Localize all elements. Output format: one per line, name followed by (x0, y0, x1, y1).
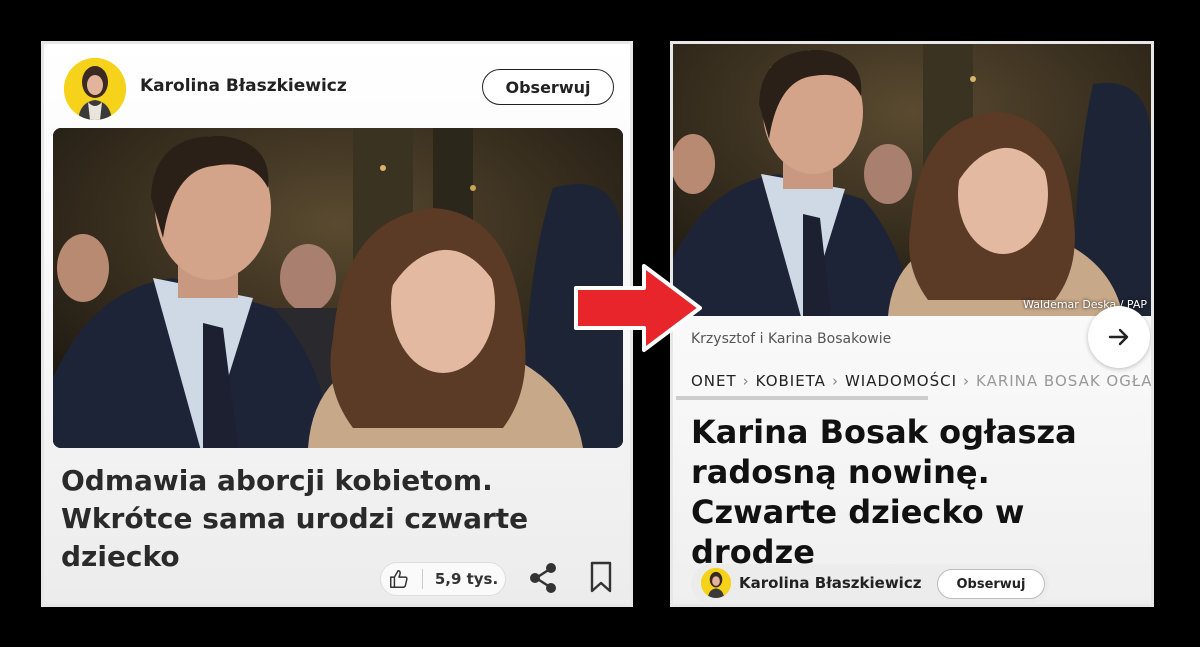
share-icon[interactable] (528, 562, 558, 594)
article-card-right[interactable]: Waldemar Deska / PAP Krzysztof i Karina … (670, 41, 1154, 607)
author-name[interactable]: Karolina Błaszkiewicz (140, 76, 347, 96)
article-headline[interactable]: Odmawia aborcji kobietom. Wkrótce sama u… (61, 462, 606, 576)
author-avatar[interactable] (64, 58, 126, 120)
bookmark-icon[interactable] (589, 561, 613, 593)
follow-button[interactable]: Obserwuj (482, 69, 614, 105)
author-avatar[interactable] (701, 568, 731, 598)
arrow-right-icon (1108, 328, 1129, 346)
article-photo[interactable] (673, 44, 1151, 316)
chevron-right-icon: › (742, 372, 750, 390)
breadcrumb-scroll-indicator (676, 396, 928, 400)
breadcrumb-item-wiadomosci[interactable]: WIADOMOŚCI (845, 372, 957, 390)
breadcrumb: ONET › KOBIETA › WIADOMOŚCI › KARINA BOSAK OGŁ… (691, 372, 1154, 390)
article-card-left[interactable]: Karolina Błaszkiewicz Obserwuj Odmawia a… (41, 41, 633, 607)
photo-caption: Krzysztof i Karina Bosakowie (691, 331, 892, 347)
chevron-right-icon: › (963, 372, 970, 390)
article-photo[interactable] (53, 128, 623, 448)
next-button[interactable] (1088, 306, 1150, 368)
article-headline: Karina Bosak ogłasza radosną nowinę. Czw… (691, 413, 1077, 571)
likes-divider (421, 569, 423, 589)
breadcrumb-item-current: KARINA BOSAK OGŁAS (976, 372, 1154, 390)
author-name[interactable]: Karolina Błaszkiewicz (739, 574, 921, 592)
likes-count: 5,9 tys. (434, 570, 499, 588)
breadcrumb-item-onet[interactable]: ONET (691, 372, 737, 390)
thumbs-up-icon (389, 570, 408, 588)
like-button[interactable]: 5,9 tys. (380, 562, 506, 596)
follow-button[interactable]: Obserwuj (937, 569, 1045, 599)
chevron-right-icon: › (831, 372, 839, 390)
breadcrumb-item-kobieta[interactable]: KOBIETA (756, 372, 826, 390)
right-arrow-icon (574, 264, 702, 352)
